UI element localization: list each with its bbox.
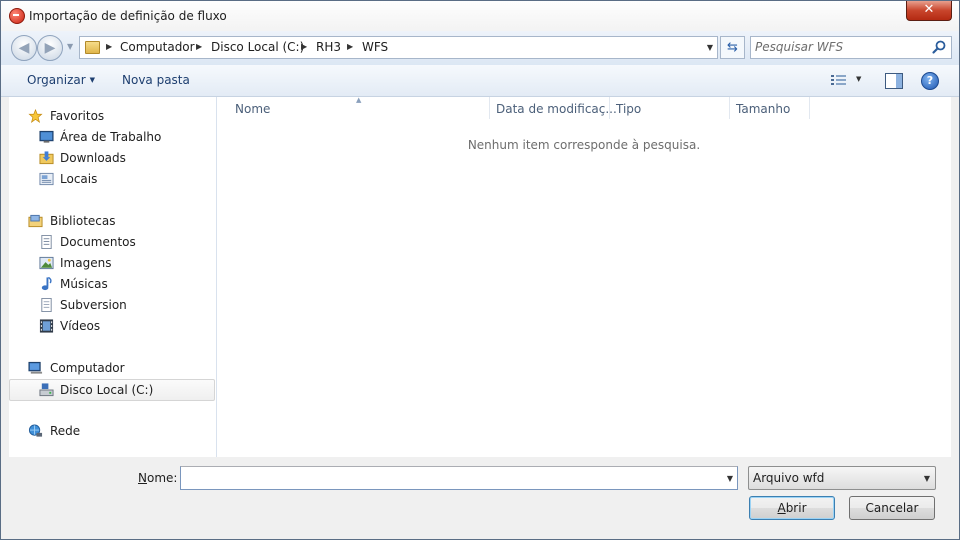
empty-results-message: Nenhum item corresponde à pesquisa.	[467, 138, 701, 152]
close-button[interactable]: ✕	[906, 1, 952, 21]
recent-locations-chevron-down-icon[interactable]: ▼	[67, 42, 73, 51]
view-chevron-down-icon[interactable]: ▼	[856, 75, 861, 83]
sidebar-item-label: Área de Trabalho	[60, 130, 162, 144]
column-divider[interactable]	[809, 97, 810, 119]
window-title: Importação de definição de fluxo	[29, 9, 227, 23]
column-header-date-modified[interactable]: Data de modificaç...	[496, 102, 617, 116]
documents-icon	[41, 235, 52, 249]
navigation-pane: Favoritos Área de Trabalho Downloads Loc…	[9, 97, 217, 457]
sidebar-item-local-disk[interactable]: Disco Local (C:)	[9, 379, 215, 401]
sidebar-group-label: Bibliotecas	[50, 214, 116, 228]
title-bar: Importação de definição de fluxo ✕	[1, 1, 959, 31]
app-icon	[9, 8, 25, 24]
sidebar-item-downloads[interactable]: Downloads	[9, 148, 214, 168]
pictures-icon	[39, 256, 54, 270]
search-input[interactable]	[755, 39, 925, 55]
open-button-mnemonic: A	[777, 501, 786, 515]
file-name-chevron-down-icon[interactable]: ▼	[727, 474, 733, 483]
chevron-down-icon: ▼	[89, 76, 96, 84]
new-folder-button[interactable]: Nova pasta	[122, 73, 190, 87]
star-icon	[28, 109, 43, 123]
sidebar-group-label: Computador	[50, 361, 125, 375]
column-divider[interactable]	[729, 97, 730, 119]
preview-pane-icon[interactable]	[885, 73, 903, 89]
sidebar-item-images[interactable]: Imagens	[9, 253, 214, 273]
view-options-icon[interactable]	[830, 73, 848, 87]
sidebar-item-desktop[interactable]: Área de Trabalho	[9, 127, 214, 147]
refresh-icon: ⇆	[727, 40, 738, 55]
sidebar-group-computer[interactable]: Computador	[9, 358, 214, 378]
breadcrumb-computer[interactable]: Computador	[120, 40, 195, 54]
sidebar-item-label: Documentos	[60, 235, 136, 249]
sidebar-item-videos[interactable]: Vídeos	[9, 316, 214, 336]
libraries-icon	[28, 214, 43, 228]
subversion-library-icon	[41, 298, 52, 312]
column-header-type[interactable]: Tipo	[616, 102, 641, 116]
downloads-folder-icon	[39, 151, 54, 165]
command-bar: Organizar ▼ Nova pasta ▼ ?	[1, 65, 959, 97]
back-button[interactable]: ◀	[11, 35, 37, 61]
sidebar-item-label: Locais	[60, 172, 98, 186]
column-divider[interactable]	[609, 97, 610, 119]
sidebar-item-label: Vídeos	[60, 319, 101, 333]
recent-places-icon	[39, 172, 54, 186]
sidebar-group-label: Rede	[50, 424, 81, 438]
column-divider[interactable]	[489, 97, 490, 119]
file-type-chevron-down-icon: ▼	[923, 474, 930, 483]
breadcrumb-separator-icon[interactable]: ▶	[301, 42, 307, 51]
address-bar[interactable]: ▶ Computador ▶ Disco Local (C:) ▶ RH3 ▶ …	[79, 36, 718, 59]
file-type-select[interactable]: Arquivo wfd ▼	[748, 466, 936, 490]
sidebar-item-recent-places[interactable]: Locais	[9, 169, 214, 189]
column-header-name[interactable]: Nome	[235, 102, 270, 116]
sidebar-group-network[interactable]: Rede	[9, 421, 214, 441]
computer-icon	[28, 361, 43, 374]
file-open-dialog: Importação de definição de fluxo ✕ ◀ ▶ ▼…	[0, 0, 960, 540]
cancel-button[interactable]: Cancelar	[849, 496, 935, 520]
sidebar-item-documents[interactable]: Documentos	[9, 232, 214, 252]
file-name-input[interactable]	[185, 470, 715, 486]
file-type-value: Arquivo wfd	[753, 471, 825, 485]
sidebar-item-label: Imagens	[60, 256, 112, 270]
breadcrumb-local-disk[interactable]: Disco Local (C:)	[211, 40, 304, 54]
breadcrumb-wfs[interactable]: WFS	[362, 40, 388, 54]
sidebar-item-music[interactable]: Músicas	[9, 274, 214, 294]
refresh-button[interactable]: ⇆	[720, 36, 745, 59]
open-button[interactable]: Abrir	[749, 496, 835, 520]
column-header-size[interactable]: Tamanho	[736, 102, 790, 116]
sidebar-item-subversion[interactable]: Subversion	[9, 295, 214, 315]
file-name-combobox[interactable]: ▼	[180, 466, 738, 490]
folder-icon	[85, 41, 100, 54]
music-icon	[41, 277, 52, 291]
file-name-label-text: ome:	[146, 471, 178, 485]
breadcrumb-separator-icon[interactable]: ▶	[196, 42, 202, 51]
sidebar-item-label: Subversion	[60, 298, 127, 312]
search-box[interactable]	[750, 36, 952, 59]
sidebar-item-label: Downloads	[60, 151, 126, 165]
organize-label: Organizar	[27, 73, 86, 87]
sidebar-item-label: Disco Local (C:)	[60, 383, 154, 397]
breadcrumb-separator-icon[interactable]: ▶	[347, 42, 353, 51]
organize-menu[interactable]: Organizar ▼	[27, 73, 95, 87]
local-disk-icon	[39, 383, 54, 397]
sidebar-group-favorites[interactable]: Favoritos	[9, 106, 214, 126]
help-icon[interactable]: ?	[921, 72, 939, 90]
desktop-icon	[39, 130, 54, 143]
sort-ascending-icon: ▲	[356, 96, 362, 104]
breadcrumb-separator-icon[interactable]: ▶	[106, 42, 112, 51]
search-icon[interactable]	[931, 39, 947, 55]
network-icon	[28, 424, 43, 437]
file-name-label-mnemonic: N	[138, 471, 147, 485]
sidebar-group-label: Favoritos	[50, 109, 105, 123]
dialog-footer: Nome: ▼ Arquivo wfd ▼ Abrir Cancelar	[1, 457, 959, 539]
file-name-label: Nome:	[138, 471, 177, 485]
address-chevron-down-icon[interactable]: ▼	[707, 43, 713, 52]
breadcrumb-rh3[interactable]: RH3	[316, 40, 341, 54]
forward-button[interactable]: ▶	[37, 35, 63, 61]
navigation-bar: ◀ ▶ ▼ ▶ Computador ▶ Disco Local (C:) ▶ …	[1, 31, 959, 65]
sidebar-group-libraries[interactable]: Bibliotecas	[9, 211, 214, 231]
file-list[interactable]: Nome ▲ Data de modificaç... Tipo Tamanho…	[217, 96, 951, 457]
sidebar-item-label: Músicas	[60, 277, 108, 291]
videos-icon	[39, 319, 54, 333]
open-button-label: brir	[785, 501, 807, 515]
